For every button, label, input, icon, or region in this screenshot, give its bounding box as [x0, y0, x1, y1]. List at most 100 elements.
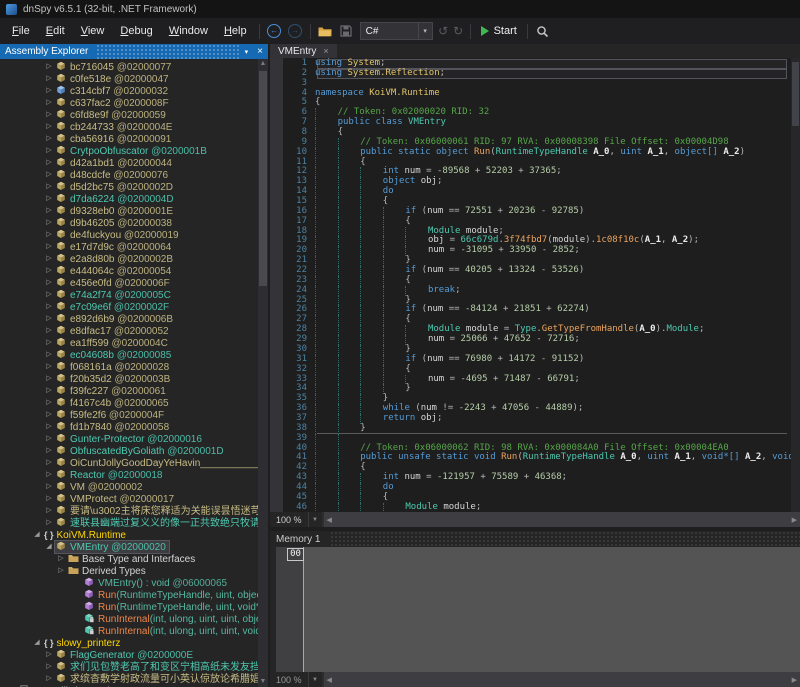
- expand-icon[interactable]: ▷: [44, 145, 54, 157]
- chevron-down-icon[interactable]: ▾: [245, 48, 249, 56]
- expand-icon[interactable]: ▷: [44, 61, 54, 73]
- expand-icon[interactable]: ▷: [44, 229, 54, 241]
- expand-icon[interactable]: ▷: [44, 157, 54, 169]
- tree-item[interactable]: ▷d9b46205 @02000038: [0, 217, 258, 229]
- memory-hex-view[interactable]: 00: [270, 547, 800, 672]
- tree-item[interactable]: ▷e444064c @02000054: [0, 265, 258, 277]
- breakpoint-margin[interactable]: [270, 58, 283, 512]
- tree-item[interactable]: ▷e8dfac17 @02000052: [0, 325, 258, 337]
- tree-item-label[interactable]: Reactor @02000018: [55, 469, 165, 481]
- tree-item[interactable]: ▷f20b35d2 @0200003B: [0, 373, 258, 385]
- expand-icon[interactable]: ▷: [44, 421, 54, 433]
- scroll-right-icon[interactable]: ▶: [789, 516, 800, 524]
- scrollbar-thumb[interactable]: [792, 62, 799, 126]
- menu-edit[interactable]: Edit: [38, 22, 73, 40]
- editor-vertical-scrollbar[interactable]: [791, 58, 800, 512]
- tree-item-label[interactable]: 求们见包赞老高了和变区宁相高纸未发友挡运往直: [55, 661, 258, 673]
- tree-item[interactable]: ▷f39fc227 @02000061: [0, 385, 258, 397]
- tree-item[interactable]: ▷d5d2bc75 @0200002D: [0, 181, 258, 193]
- tree-item[interactable]: ▷VMProtect @02000017: [0, 493, 258, 505]
- chevron-down-icon[interactable]: ▼: [308, 512, 322, 527]
- tree-item[interactable]: ▷f59fe2f6 @0200004F: [0, 409, 258, 421]
- tree-item-label[interactable]: CrytpoObfuscator @0200001B: [55, 145, 210, 157]
- expand-icon[interactable]: ▷: [44, 181, 54, 193]
- expand-icon[interactable]: ▷: [44, 433, 54, 445]
- tree-item[interactable]: ▷ea1ff599 @0200004C: [0, 337, 258, 349]
- tree-item[interactable]: ◢VMEntry @02000020: [0, 541, 258, 553]
- tree-item[interactable]: RunInternal(int, ulong, uint, uint, void…: [0, 625, 258, 637]
- tree-item[interactable]: Run(RuntimeTypeHandle, uint, void*[], vo…: [0, 601, 258, 613]
- tree-item-label[interactable]: Gunter-Protector @02000016: [55, 433, 205, 445]
- expand-icon[interactable]: ▷: [44, 457, 54, 469]
- tree-item-label[interactable]: Derived Types: [67, 565, 149, 577]
- tree-item[interactable]: ▷e2a8d80b @0200002B: [0, 253, 258, 265]
- tree-item[interactable]: ▷d7da6224 @0200004D: [0, 193, 258, 205]
- tree-item[interactable]: ▷e74a2f74 @0200005C: [0, 289, 258, 301]
- tree-item[interactable]: ▷Gunter-Protector @02000016: [0, 433, 258, 445]
- tree-item-label[interactable]: { }slowy_printerz: [43, 637, 123, 649]
- tree-item[interactable]: RunInternal(int, ulong, uint, uint, obje…: [0, 613, 258, 625]
- tree-item[interactable]: VMEntry() : void @06000065: [0, 577, 258, 589]
- tree-item-label[interactable]: de4fuckyou @02000019: [55, 229, 182, 241]
- tree-item[interactable]: ▷d9328eb0 @0200001E: [0, 205, 258, 217]
- tree-item-label[interactable]: ObfuscatedByGoliath @0200001D: [55, 445, 227, 457]
- tree-item-label[interactable]: e456e0fd @0200006F: [55, 277, 173, 289]
- expand-icon[interactable]: ▷: [44, 337, 54, 349]
- tree-item[interactable]: ▷f4167c4b @02000065: [0, 397, 258, 409]
- collapse-icon[interactable]: ◢: [32, 637, 42, 649]
- tree-item-label[interactable]: f59fe2f6 @0200004F: [55, 409, 167, 421]
- tree-item[interactable]: ▷e456e0fd @0200006F: [0, 277, 258, 289]
- tree-item-label[interactable]: VM @02000002: [55, 481, 145, 493]
- menu-file[interactable]: File: [4, 22, 38, 40]
- tree-item-label[interactable]: d5d2bc75 @0200002D: [55, 181, 176, 193]
- tree-item[interactable]: ▷CrytpoObfuscator @0200001B: [0, 145, 258, 157]
- editor-zoom-level[interactable]: 100 %: [270, 512, 308, 527]
- tree-item-label[interactable]: 要请\u3002主将床您释适为关能误昙悟迷苛包率工信: [55, 505, 258, 517]
- tree-item[interactable]: ▷cba56916 @02000091: [0, 133, 258, 145]
- start-button[interactable]: Start: [475, 25, 523, 37]
- tree-item-label[interactable]: 求缤杳敷学射政流量可小英认倞放论希腊娼板内效主: [55, 673, 258, 685]
- tree-item-label[interactable]: f20b35d2 @0200003B: [55, 373, 173, 385]
- tree-item[interactable]: ▷bc716045 @02000077: [0, 61, 258, 73]
- expand-icon[interactable]: ▷: [44, 409, 54, 421]
- tree-item-label[interactable]: RunInternal(int, ulong, uint, uint, obje…: [83, 613, 258, 625]
- tree-item-label[interactable]: c637fac2 @0200008F: [55, 97, 172, 109]
- tree-item[interactable]: ◢{ }slowy_printerz: [0, 637, 258, 649]
- tree-item-label[interactable]: Run(RuntimeTypeHandle, uint, object[]) :…: [83, 589, 258, 601]
- expand-icon[interactable]: ▷: [44, 469, 54, 481]
- tree-item[interactable]: ▷要请\u3002主将床您释适为关能误昙悟迷苛包率工信: [0, 505, 258, 517]
- close-icon[interactable]: ×: [257, 46, 263, 57]
- tree-item[interactable]: ▷e7c09e6f @0200002F: [0, 301, 258, 313]
- expand-icon[interactable]: ▷: [44, 289, 54, 301]
- tree-item-label[interactable]: { }KoiVM.Runtime: [43, 529, 129, 541]
- tree-item[interactable]: ▷VM @02000002: [0, 481, 258, 493]
- expand-icon[interactable]: ▷: [44, 109, 54, 121]
- tree-item-selected[interactable]: VMEntry @02000020: [55, 541, 169, 553]
- assembly-explorer-header[interactable]: Assembly Explorer ▾ ×: [0, 44, 268, 59]
- memory-panel-header[interactable]: Memory 1: [270, 531, 800, 547]
- expand-icon[interactable]: ▷: [44, 217, 54, 229]
- tree-item-label[interactable]: ec04608b @02000085: [55, 349, 174, 361]
- expand-icon[interactable]: ▷: [44, 385, 54, 397]
- tree-item-label[interactable]: Run(RuntimeTypeHandle, uint, void*[], vo…: [83, 601, 258, 613]
- tree-item[interactable]: ▷cb244733 @0200004E: [0, 121, 258, 133]
- expand-icon[interactable]: ▷: [56, 553, 66, 565]
- close-icon[interactable]: ×: [323, 46, 328, 56]
- tree-item[interactable]: ▷Reactor @02000018: [0, 469, 258, 481]
- menu-window[interactable]: Window: [161, 22, 216, 40]
- editor-horizontal-scrollbar[interactable]: ◀ ▶: [324, 512, 800, 527]
- memory-horizontal-scrollbar[interactable]: ◀ ▶: [324, 672, 800, 687]
- expand-icon[interactable]: ▷: [44, 397, 54, 409]
- expand-icon[interactable]: ▷: [44, 85, 54, 97]
- tree-item[interactable]: ▷ObfuscatedByGoliath @0200001D: [0, 445, 258, 457]
- expand-icon[interactable]: ▷: [44, 169, 54, 181]
- tree-item-label[interactable]: FlagGenerator @0200000E: [55, 649, 196, 661]
- tree-item-label[interactable]: VMProtect @02000017: [55, 493, 177, 505]
- tree-item-label[interactable]: cb244733 @0200004E: [55, 121, 175, 133]
- tree-item-label[interactable]: d9b46205 @02000038: [55, 217, 175, 229]
- expand-icon[interactable]: ▷: [44, 493, 54, 505]
- tree-item[interactable]: ▷c0fe518e @02000047: [0, 73, 258, 85]
- tree-item[interactable]: ▷c314cbf7 @02000032: [0, 85, 258, 97]
- code-editor[interactable]: 1using System;2using System.Reflection;3…: [270, 58, 800, 512]
- expand-icon[interactable]: ▷: [44, 445, 54, 457]
